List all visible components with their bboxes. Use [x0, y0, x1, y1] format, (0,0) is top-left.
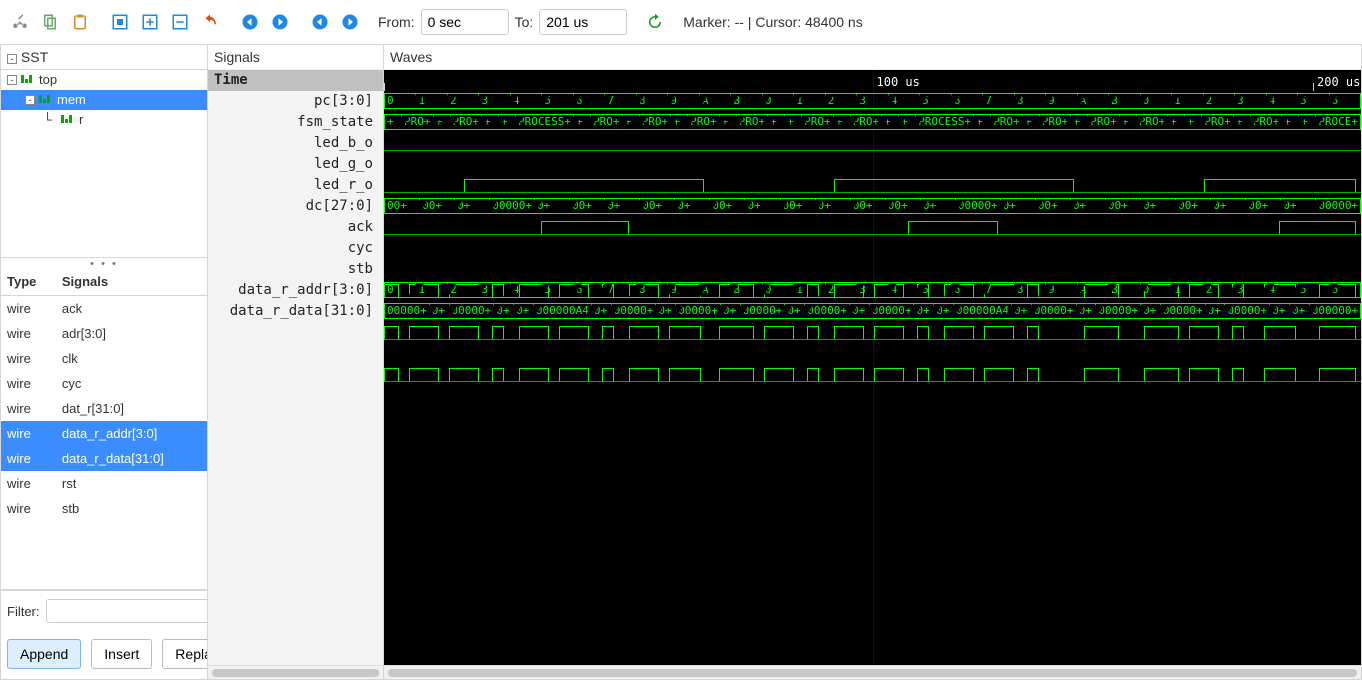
signal-label[interactable]: cyc [208, 238, 383, 259]
table-row[interactable]: wiredata_r_data[31:0] [1, 446, 207, 471]
table-row[interactable]: wirestb [1, 496, 207, 521]
col-signals[interactable]: Signals [56, 268, 207, 296]
arrow-right-icon[interactable] [338, 10, 362, 34]
marker-cursor-text: Marker: -- | Cursor: 48400 ns [683, 14, 862, 30]
signal-table[interactable]: Type Signals wireackwireadr[3:0]wireclkw… [1, 268, 207, 590]
sst-tree[interactable]: -top-mem└r [1, 70, 207, 258]
filter-label: Filter: [7, 604, 40, 619]
tree-node-top[interactable]: -top [1, 70, 207, 90]
col-type[interactable]: Type [1, 268, 56, 296]
table-row[interactable]: wirerst [1, 471, 207, 496]
signal-label[interactable]: data_r_addr[3:0] [208, 280, 383, 301]
copy-select-icon[interactable] [38, 10, 62, 34]
tree-node-r[interactable]: └r [1, 110, 207, 130]
jump-next-icon[interactable] [268, 10, 292, 34]
signals-scrollbar[interactable] [208, 665, 383, 679]
table-row[interactable]: wireack [1, 296, 207, 322]
signal-label[interactable]: stb [208, 259, 383, 280]
signals-panel: Signals Timepc[3:0]fsm_stateled_b_oled_g… [207, 44, 383, 680]
signal-label[interactable]: Time [208, 70, 383, 91]
sst-panel: - SST -top-mem└r • • • Type Signals wire… [0, 44, 207, 680]
table-row[interactable]: wirecyc [1, 371, 207, 396]
table-row[interactable]: wireclk [1, 346, 207, 371]
table-row[interactable]: wiredat_r[31:0] [1, 396, 207, 421]
signal-label[interactable]: led_b_o [208, 133, 383, 154]
undo-icon[interactable] [198, 10, 222, 34]
signal-label[interactable]: data_r_data[31:0] [208, 301, 383, 322]
signal-label[interactable]: fsm_state [208, 112, 383, 133]
signals-title: Signals [208, 45, 383, 70]
from-input[interactable] [421, 9, 509, 35]
to-input[interactable] [539, 9, 627, 35]
sst-title: SST [21, 49, 48, 65]
waves-panel: Waves 100 us200 us0123456789AB0123456789… [383, 44, 1362, 680]
waves-title: Waves [384, 45, 1361, 70]
zoom-fit-icon[interactable] [108, 10, 132, 34]
from-label: From: [378, 14, 415, 30]
signal-label[interactable]: dc[27:0] [208, 196, 383, 217]
insert-button[interactable]: Insert [91, 639, 152, 669]
paste-icon[interactable] [68, 10, 92, 34]
to-label: To: [515, 14, 534, 30]
signal-label[interactable]: led_r_o [208, 175, 383, 196]
splitter-icon[interactable]: • • • [1, 258, 207, 268]
jump-prev-icon[interactable] [238, 10, 262, 34]
zoom-out-icon[interactable] [168, 10, 192, 34]
append-button[interactable]: Append [7, 639, 81, 669]
filter-input[interactable] [46, 599, 229, 623]
reload-icon[interactable] [643, 10, 667, 34]
cut-icon[interactable] [8, 10, 32, 34]
tree-node-mem[interactable]: -mem [1, 90, 207, 110]
toolbar: From: To: Marker: -- | Cursor: 48400 ns [0, 0, 1362, 44]
signal-label[interactable]: ack [208, 217, 383, 238]
zoom-in-icon[interactable] [138, 10, 162, 34]
arrow-left-icon[interactable] [308, 10, 332, 34]
signal-label[interactable]: pc[3:0] [208, 91, 383, 112]
waveform-canvas[interactable]: 100 us200 us0123456789AB0123456789AB0123… [384, 70, 1361, 665]
table-row[interactable]: wireadr[3:0] [1, 321, 207, 346]
table-row[interactable]: wiredata_r_addr[3:0] [1, 421, 207, 446]
signal-label[interactable]: led_g_o [208, 154, 383, 175]
waves-scrollbar[interactable] [384, 665, 1361, 679]
